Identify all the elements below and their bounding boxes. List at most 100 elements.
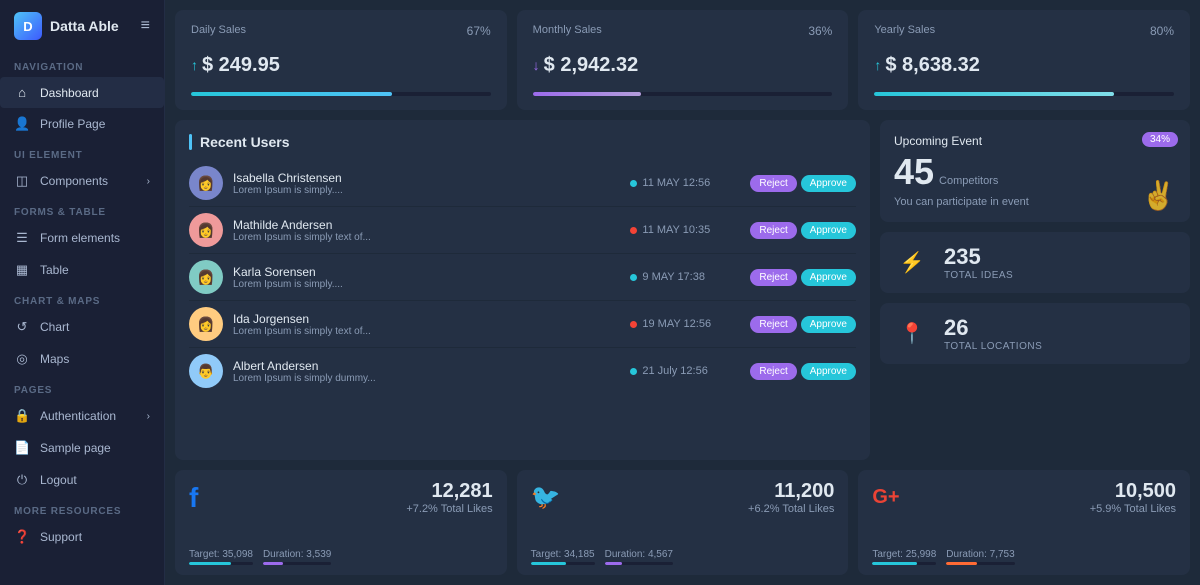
reject-button[interactable]: Reject: [750, 316, 796, 333]
recent-users-title: Recent Users: [189, 134, 856, 150]
components-icon: ◫: [14, 173, 30, 189]
total-ideas-card: ⚡ 235 TOTAL IDEAS: [880, 232, 1190, 293]
middle-row: Recent Users 👩 Isabella Christensen Lore…: [175, 120, 1190, 460]
reject-button[interactable]: Reject: [750, 175, 796, 192]
sidebar-item-label: Support: [40, 530, 82, 544]
sidebar-item-support[interactable]: ❓ Support: [0, 521, 164, 553]
yearly-sales-label: Yearly Sales: [874, 24, 935, 36]
table-row: 👩 Karla Sorensen Lorem Ipsum is simply..…: [189, 254, 856, 301]
social-card-top: G+ 10,500 +5.9% Total Likes: [872, 480, 1176, 515]
duration-bar-bg: [263, 562, 331, 565]
stat-card-top: Yearly Sales 80%: [874, 24, 1174, 38]
approve-button[interactable]: Approve: [801, 269, 856, 286]
sidebar-item-sample[interactable]: 📄 Sample page: [0, 432, 164, 464]
sidebar-item-chart[interactable]: ↺ Chart: [0, 311, 164, 343]
twitter-target: Target: 34,185: [531, 549, 595, 565]
location-pin-icon: 📍: [894, 316, 930, 352]
stats-row: Daily Sales 67% ↑ $ 249.95 Monthly Sales…: [175, 10, 1190, 110]
chevron-right-icon: ›: [147, 411, 150, 422]
user-desc: Lorem Ipsum is simply dummy...: [233, 373, 620, 384]
sidebar-item-label: Table: [40, 263, 69, 277]
table-icon: ▦: [14, 262, 30, 278]
action-buttons: Reject Approve: [750, 363, 856, 380]
logo-text: Datta Able: [50, 18, 119, 34]
avatar: 👨: [189, 354, 223, 388]
twitter-duration: Duration: 4,567: [605, 549, 673, 565]
approve-button[interactable]: Approve: [801, 316, 856, 333]
approve-button[interactable]: Approve: [801, 222, 856, 239]
map-icon: ◎: [14, 351, 30, 367]
stat-card-top: Daily Sales 67%: [191, 24, 491, 38]
lock-icon: 🔒: [14, 408, 30, 424]
daily-sales-card: Daily Sales 67% ↑ $ 249.95: [175, 10, 507, 110]
monthly-sales-bar: [533, 92, 641, 96]
sidebar-content: NAVIGATION ⌂ Dashboard 👤 Profile Page UI…: [0, 52, 164, 585]
reject-button[interactable]: Reject: [750, 363, 796, 380]
duration-bar-row: [946, 562, 1014, 565]
sidebar: D Datta Able ≡ NAVIGATION ⌂ Dashboard 👤 …: [0, 0, 165, 585]
title-bar-decoration: [189, 134, 192, 150]
sidebar-item-profile[interactable]: 👤 Profile Page: [0, 108, 164, 140]
sidebar-item-logout[interactable]: ⏻ Logout: [0, 464, 164, 496]
twitter-stats: 11,200 +6.2% Total Likes: [748, 480, 834, 515]
user-desc: Lorem Ipsum is simply text of...: [233, 232, 620, 243]
duration-bar-bg: [946, 562, 1014, 565]
form-icon: ☰: [14, 230, 30, 246]
sidebar-item-label: Sample page: [40, 441, 111, 455]
user-info: Isabella Christensen Lorem Ipsum is simp…: [233, 171, 620, 196]
user-name: Karla Sorensen: [233, 265, 620, 279]
support-icon: ❓: [14, 529, 30, 545]
duration-bar-row: [263, 562, 331, 565]
daily-sales-label: Daily Sales: [191, 24, 246, 36]
user-name: Albert Andersen: [233, 359, 620, 373]
hamburger-menu[interactable]: ≡: [141, 17, 150, 35]
yearly-sales-card: Yearly Sales 80% ↑ $ 8,638.32: [858, 10, 1190, 110]
yearly-sales-value: ↑ $ 8,638.32: [874, 54, 1174, 77]
sidebar-item-table[interactable]: ▦ Table: [0, 254, 164, 286]
duration-bar-row: [605, 562, 673, 565]
googleplus-stats: 10,500 +5.9% Total Likes: [1090, 480, 1176, 515]
monthly-sales-label: Monthly Sales: [533, 24, 602, 36]
total-ideas-label: TOTAL IDEAS: [944, 270, 1013, 281]
sidebar-item-label: Maps: [40, 352, 69, 366]
total-locations-info: 26 TOTAL LOCATIONS: [944, 315, 1042, 352]
target-bar-bg: [872, 562, 936, 565]
user-info: Albert Andersen Lorem Ipsum is simply du…: [233, 359, 620, 384]
googleplus-card: G+ 10,500 +5.9% Total Likes Target: 25,9…: [858, 470, 1190, 575]
event-sub-text: You can participate in event: [894, 196, 1176, 208]
target-bar-bg: [189, 562, 253, 565]
total-ideas-info: 235 TOTAL IDEAS: [944, 244, 1013, 281]
sidebar-item-dashboard[interactable]: ⌂ Dashboard: [0, 77, 164, 108]
profile-icon: 👤: [14, 116, 30, 132]
status-dot-green: [630, 180, 637, 187]
page-icon: 📄: [14, 440, 30, 456]
twitter-card: 🐦 11,200 +6.2% Total Likes Target: 34,18…: [517, 470, 849, 575]
user-desc: Lorem Ipsum is simply....: [233, 185, 620, 196]
user-date: 11 MAY 10:35: [630, 224, 740, 236]
user-info: Karla Sorensen Lorem Ipsum is simply....: [233, 265, 620, 290]
approve-button[interactable]: Approve: [801, 175, 856, 192]
sidebar-item-label: Authentication: [40, 409, 116, 423]
sidebar-header: D Datta Able ≡: [0, 0, 164, 52]
social-row: f 12,281 +7.2% Total Likes Target: 35,09…: [175, 470, 1190, 575]
googleplus-duration: Duration: 7,753: [946, 549, 1014, 565]
monthly-sales-card: Monthly Sales 36% ↓ $ 2,942.32: [517, 10, 849, 110]
sidebar-item-label: Profile Page: [40, 117, 105, 131]
lightning-icon: ⚡: [894, 245, 930, 281]
sidebar-item-authentication[interactable]: 🔒 Authentication ›: [0, 400, 164, 432]
reject-button[interactable]: Reject: [750, 269, 796, 286]
total-locations-label: TOTAL LOCATIONS: [944, 341, 1042, 352]
user-date: 11 MAY 12:56: [630, 177, 740, 189]
reject-button[interactable]: Reject: [750, 222, 796, 239]
sidebar-item-components[interactable]: ◫ Components ›: [0, 165, 164, 197]
user-desc: Lorem Ipsum is simply....: [233, 279, 620, 290]
sidebar-item-maps[interactable]: ◎ Maps: [0, 343, 164, 375]
target-bar-row: [872, 562, 936, 565]
yearly-sales-percent: 80%: [1150, 24, 1174, 38]
facebook-growth: +7.2% Total Likes: [406, 503, 492, 515]
duration-bar-bg: [605, 562, 673, 565]
target-bar-bg: [531, 562, 595, 565]
approve-button[interactable]: Approve: [801, 363, 856, 380]
yearly-sales-bar: [874, 92, 1114, 96]
sidebar-item-form-elements[interactable]: ☰ Form elements: [0, 222, 164, 254]
